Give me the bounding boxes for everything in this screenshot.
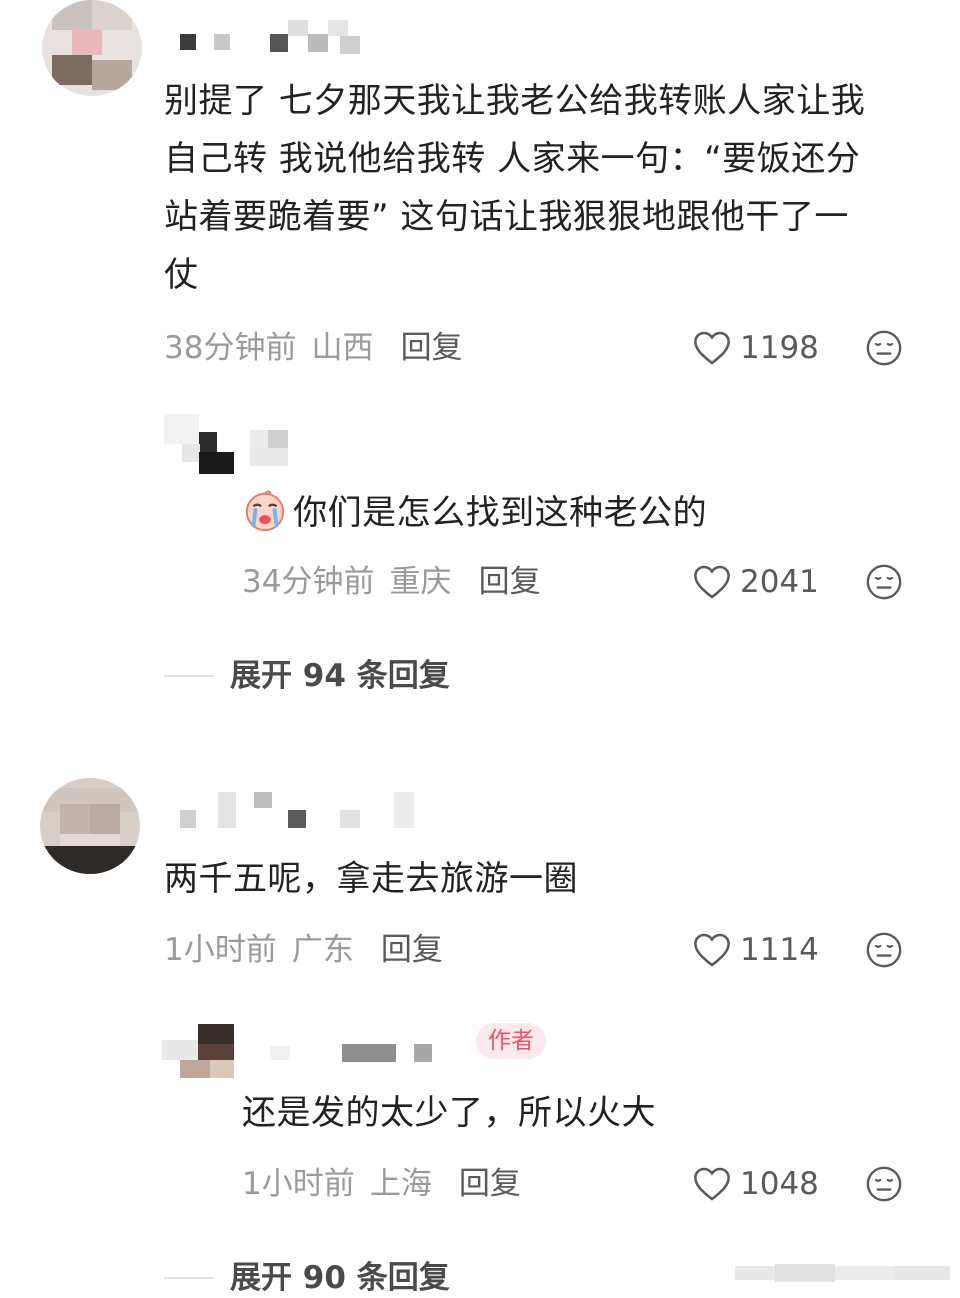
timestamp: 38分钟前 bbox=[164, 330, 297, 366]
comment-text: 两千五呢，拿走去旅游一圈 bbox=[164, 850, 934, 908]
reply-button[interactable]: 回复 bbox=[381, 932, 443, 968]
reply-button[interactable]: 回复 bbox=[401, 330, 463, 366]
comment-meta: 38分钟前 山西 回复 bbox=[164, 326, 463, 370]
reply-text: 你们是怎么找到这种老公的 bbox=[242, 484, 707, 538]
location: 广东 bbox=[291, 932, 354, 968]
meh-face-icon[interactable] bbox=[865, 563, 903, 601]
timestamp: 1小时前 bbox=[164, 932, 277, 968]
location: 山西 bbox=[311, 330, 374, 366]
heart-outline-icon[interactable] bbox=[693, 330, 731, 366]
reply-username[interactable] bbox=[250, 430, 350, 470]
reply-text-content: 你们是怎么找到这种老公的 bbox=[293, 493, 708, 533]
like-count: 1114 bbox=[740, 932, 819, 968]
username[interactable] bbox=[180, 792, 420, 832]
meh-face-icon[interactable] bbox=[865, 329, 903, 367]
crying-face-emoji bbox=[245, 490, 285, 532]
reply-text: 还是发的太少了，所以火大 bbox=[242, 1084, 656, 1142]
reply-button[interactable]: 回复 bbox=[459, 1166, 521, 1202]
reply-meta: 34分钟前 重庆 回复 bbox=[242, 560, 541, 604]
location: 重庆 bbox=[389, 564, 452, 600]
author-badge: 作者 bbox=[476, 1023, 546, 1059]
avatar[interactable] bbox=[42, 0, 142, 96]
comment-text-line: 仗 bbox=[164, 255, 199, 295]
like-count: 2041 bbox=[740, 564, 819, 600]
reply-button[interactable]: 回复 bbox=[479, 564, 541, 600]
expand-divider bbox=[164, 675, 214, 677]
meh-face-icon[interactable] bbox=[865, 931, 903, 969]
reply-avatar[interactable] bbox=[162, 1024, 234, 1078]
expand-divider bbox=[164, 1277, 214, 1279]
reply-avatar[interactable] bbox=[164, 414, 234, 474]
comment-text-line: 别提了 七夕那天我让我老公给我转账人家让我 bbox=[164, 81, 866, 121]
watermark bbox=[735, 1262, 950, 1286]
comment-text: 别提了 七夕那天我让我老公给我转账人家让我 自己转 我说他给我转 人家来一句：“… bbox=[164, 72, 934, 304]
reply-username[interactable] bbox=[270, 1042, 440, 1064]
heart-outline-icon[interactable] bbox=[693, 564, 731, 600]
comment-text-line: 两千五呢，拿走去旅游一圈 bbox=[164, 859, 578, 899]
comment-meta: 1小时前 广东 回复 bbox=[164, 928, 443, 972]
like-count: 1198 bbox=[740, 330, 819, 366]
reply-meta: 1小时前 上海 回复 bbox=[242, 1162, 521, 1206]
meh-face-icon[interactable] bbox=[865, 1165, 903, 1203]
username[interactable] bbox=[180, 20, 400, 56]
comment-text-line: 站着要跪着要” 这句话让我狠狠地跟他干了一 bbox=[164, 197, 849, 237]
timestamp: 1小时前 bbox=[242, 1166, 355, 1202]
location: 上海 bbox=[369, 1166, 432, 1202]
heart-outline-icon[interactable] bbox=[693, 1166, 731, 1202]
reply-text-content: 还是发的太少了，所以火大 bbox=[242, 1093, 656, 1133]
timestamp: 34分钟前 bbox=[242, 564, 375, 600]
expand-replies-button[interactable]: 展开 94 条回复 bbox=[230, 656, 450, 696]
avatar[interactable] bbox=[40, 778, 140, 874]
heart-outline-icon[interactable] bbox=[693, 932, 731, 968]
expand-replies-button[interactable]: 展开 90 条回复 bbox=[230, 1258, 450, 1298]
comment-text-line: 自己转 我说他给我转 人家来一句：“要饭还分 bbox=[164, 139, 861, 179]
like-count: 1048 bbox=[740, 1166, 819, 1202]
